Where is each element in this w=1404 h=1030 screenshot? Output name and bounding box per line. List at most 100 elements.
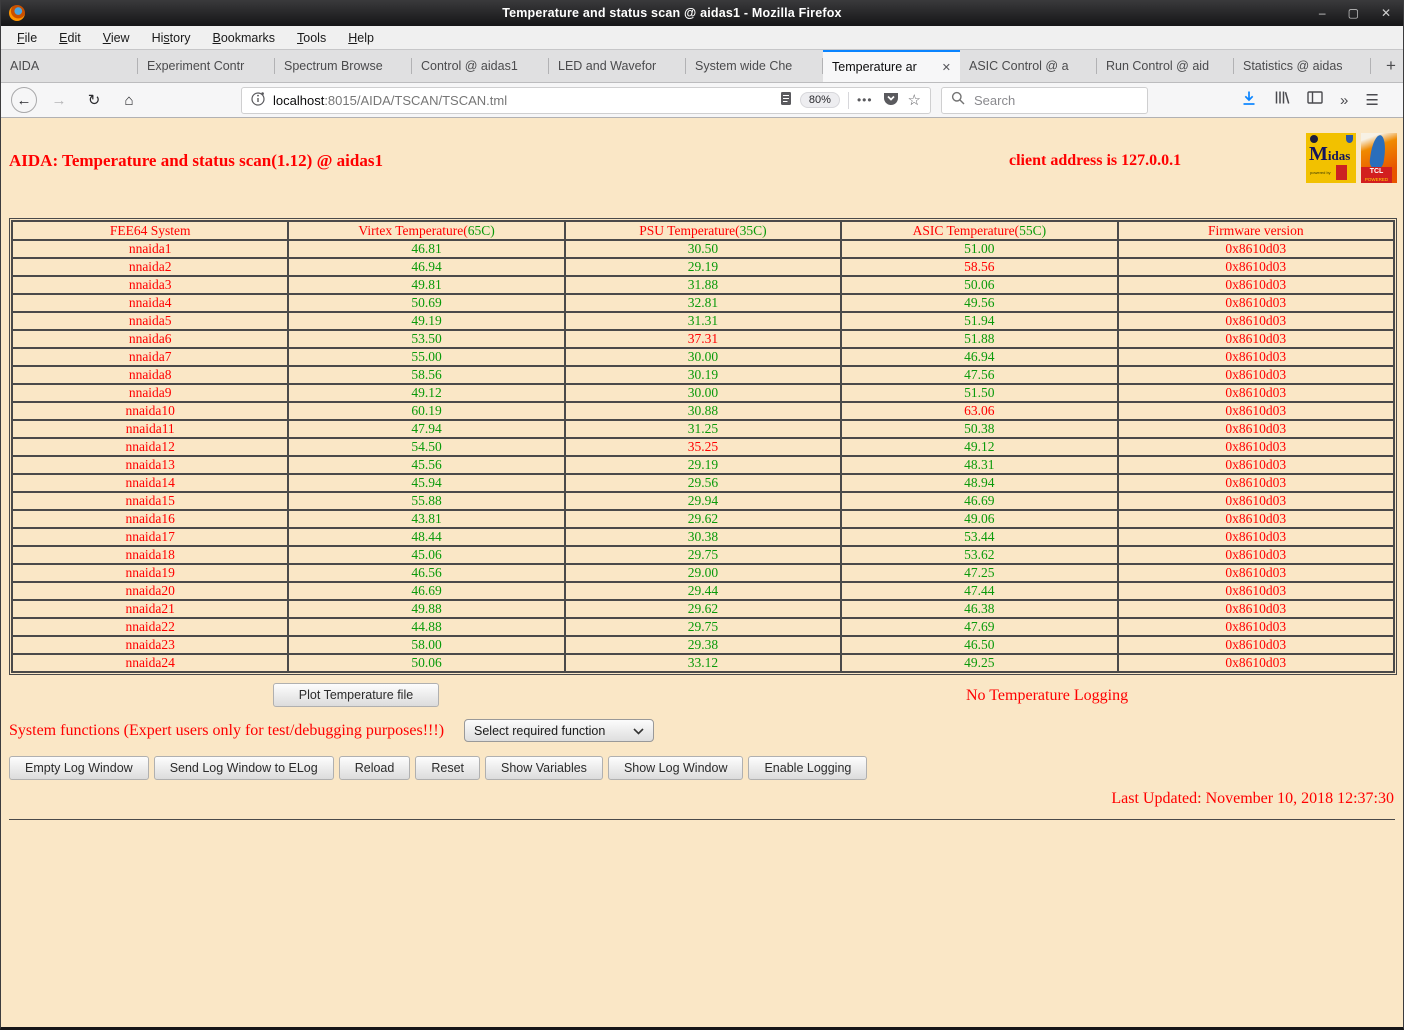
- tab-aida[interactable]: AIDA: [1, 50, 138, 82]
- cell-asic-temperature: 46.69: [841, 492, 1117, 510]
- maximize-button[interactable]: ▢: [1348, 6, 1359, 20]
- cell-fee64-system: nnaida12: [12, 438, 288, 456]
- tab-label: ASIC Control @ a: [969, 59, 1088, 73]
- tab-spectrum-browse[interactable]: Spectrum Browse: [275, 50, 412, 82]
- cell-virtex-temperature: 46.69: [288, 582, 564, 600]
- zoom-level-button[interactable]: 80%: [800, 92, 840, 108]
- cell-psu-temperature: 37.31: [565, 330, 841, 348]
- reset-button[interactable]: Reset: [415, 756, 480, 780]
- table-row: nnaida1643.8129.6249.060x8610d03: [12, 510, 1394, 528]
- cell-psu-temperature: 29.56: [565, 474, 841, 492]
- menu-history[interactable]: History: [141, 31, 202, 45]
- function-select-dropdown[interactable]: Select required function: [464, 719, 654, 742]
- tab-run-control-aid[interactable]: Run Control @ aid: [1097, 50, 1234, 82]
- tab-label: Control @ aidas1: [421, 59, 540, 73]
- tab-label: Spectrum Browse: [284, 59, 403, 73]
- column-header: ASIC Temperature(55C): [841, 221, 1117, 240]
- back-button[interactable]: ←: [11, 87, 37, 113]
- search-input[interactable]: [972, 92, 1152, 109]
- menu-file[interactable]: File: [6, 31, 48, 45]
- cell-fee64-system: nnaida15: [12, 492, 288, 510]
- cell-asic-temperature: 48.94: [841, 474, 1117, 492]
- reader-mode-icon[interactable]: [780, 91, 792, 109]
- tab-asic-control-a[interactable]: ASIC Control @ a: [960, 50, 1097, 82]
- cell-virtex-temperature: 58.00: [288, 636, 564, 654]
- cell-psu-temperature: 29.94: [565, 492, 841, 510]
- cell-asic-temperature: 47.69: [841, 618, 1117, 636]
- cell-virtex-temperature: 60.19: [288, 402, 564, 420]
- menu-bookmarks[interactable]: Bookmarks: [202, 31, 287, 45]
- page-actions-icon[interactable]: •••: [857, 93, 873, 107]
- pocket-icon[interactable]: [883, 91, 899, 109]
- cell-fee64-system: nnaida16: [12, 510, 288, 528]
- cell-fee64-system: nnaida4: [12, 294, 288, 312]
- cell-fee64-system: nnaida9: [12, 384, 288, 402]
- table-row: nnaida246.9429.1958.560x8610d03: [12, 258, 1394, 276]
- menu-view[interactable]: View: [92, 31, 141, 45]
- tab-label: Statistics @ aidas: [1243, 59, 1362, 73]
- site-info-icon[interactable]: [251, 92, 265, 109]
- hamburger-menu-icon[interactable]: ☰: [1365, 91, 1378, 109]
- cell-virtex-temperature: 46.94: [288, 258, 564, 276]
- url-bar[interactable]: localhost:8015/AIDA/TSCAN/TSCAN.tml 80% …: [241, 87, 931, 114]
- tab-close-icon[interactable]: ✕: [942, 61, 951, 74]
- firefox-icon: [9, 5, 25, 21]
- cell-firmware-version: 0x8610d03: [1118, 510, 1394, 528]
- table-header-row: FEE64 SystemVirtex Temperature(65C)PSU T…: [12, 221, 1394, 240]
- menubar: FileEditViewHistoryBookmarksToolsHelp: [1, 26, 1403, 50]
- close-button[interactable]: ✕: [1381, 6, 1391, 20]
- forward-button[interactable]: →: [46, 87, 72, 113]
- system-functions-label: System functions (Expert users only for …: [9, 722, 444, 740]
- plot-temperature-file-button[interactable]: Plot Temperature file: [273, 683, 439, 707]
- cell-psu-temperature: 35.25: [565, 438, 841, 456]
- window-title: Temperature and status scan @ aidas1 - M…: [25, 6, 1319, 20]
- tab-temperature-ar[interactable]: Temperature ar ✕: [823, 50, 960, 82]
- minimize-button[interactable]: –: [1319, 6, 1326, 20]
- menu-edit[interactable]: Edit: [48, 31, 92, 45]
- cell-firmware-version: 0x8610d03: [1118, 528, 1394, 546]
- cell-asic-temperature: 63.06: [841, 402, 1117, 420]
- midas-logo: Midas powered by: [1306, 133, 1356, 183]
- table-body: nnaida146.8130.5051.000x8610d03nnaida246…: [12, 240, 1394, 672]
- cell-fee64-system: nnaida10: [12, 402, 288, 420]
- menu-tools[interactable]: Tools: [286, 31, 337, 45]
- reload-button[interactable]: Reload: [339, 756, 411, 780]
- table-row: nnaida549.1931.3151.940x8610d03: [12, 312, 1394, 330]
- show-variables-button[interactable]: Show Variables: [485, 756, 603, 780]
- tab-label: AIDA: [10, 59, 129, 73]
- sidebar-toggle-icon[interactable]: [1307, 90, 1323, 110]
- library-icon[interactable]: [1274, 90, 1290, 110]
- enable-logging-button[interactable]: Enable Logging: [748, 756, 867, 780]
- tab-control-aidas1[interactable]: Control @ aidas1: [412, 50, 549, 82]
- cell-asic-temperature: 47.56: [841, 366, 1117, 384]
- navigation-toolbar: ← → ↻ ⌂ localhost:8015/AIDA/TSCAN/TSCAN.…: [1, 83, 1403, 118]
- search-bar[interactable]: [941, 87, 1148, 114]
- bookmark-star-icon[interactable]: ☆: [908, 91, 921, 109]
- cell-fee64-system: nnaida1: [12, 240, 288, 258]
- cell-fee64-system: nnaida2: [12, 258, 288, 276]
- tab-system-wide-che[interactable]: System wide Che: [686, 50, 823, 82]
- tab-experiment-contr[interactable]: Experiment Contr: [138, 50, 275, 82]
- cell-virtex-temperature: 49.19: [288, 312, 564, 330]
- show-log-window-button[interactable]: Show Log Window: [608, 756, 744, 780]
- empty-log-window-button[interactable]: Empty Log Window: [9, 756, 149, 780]
- midas-logo-powered: powered by: [1310, 170, 1331, 175]
- new-tab-button[interactable]: +: [1371, 50, 1404, 82]
- table-row: nnaida1060.1930.8863.060x8610d03: [12, 402, 1394, 420]
- send-log-window-to-elog-button[interactable]: Send Log Window to ELog: [154, 756, 334, 780]
- tab-statistics-aidas[interactable]: Statistics @ aidas: [1234, 50, 1371, 82]
- tab-label: Temperature ar: [832, 60, 937, 74]
- tabbar-tabs: AIDA Experiment Contr Spectrum Browse Contr…: [1, 50, 1371, 82]
- downloads-icon[interactable]: [1241, 90, 1257, 111]
- reload-button[interactable]: ↻: [81, 87, 107, 113]
- tcl-feather-icon: [1369, 134, 1388, 170]
- home-button[interactable]: ⌂: [116, 87, 142, 113]
- cell-asic-temperature: 53.62: [841, 546, 1117, 564]
- url-host: localhost: [273, 93, 324, 108]
- table-row: nnaida450.6932.8149.560x8610d03: [12, 294, 1394, 312]
- menu-help[interactable]: Help: [337, 31, 385, 45]
- toolbar-overflow-icon[interactable]: »: [1340, 92, 1348, 109]
- column-header: Virtex Temperature(65C): [288, 221, 564, 240]
- tab-led-and-wavefor[interactable]: LED and Wavefor: [549, 50, 686, 82]
- cell-virtex-temperature: 55.00: [288, 348, 564, 366]
